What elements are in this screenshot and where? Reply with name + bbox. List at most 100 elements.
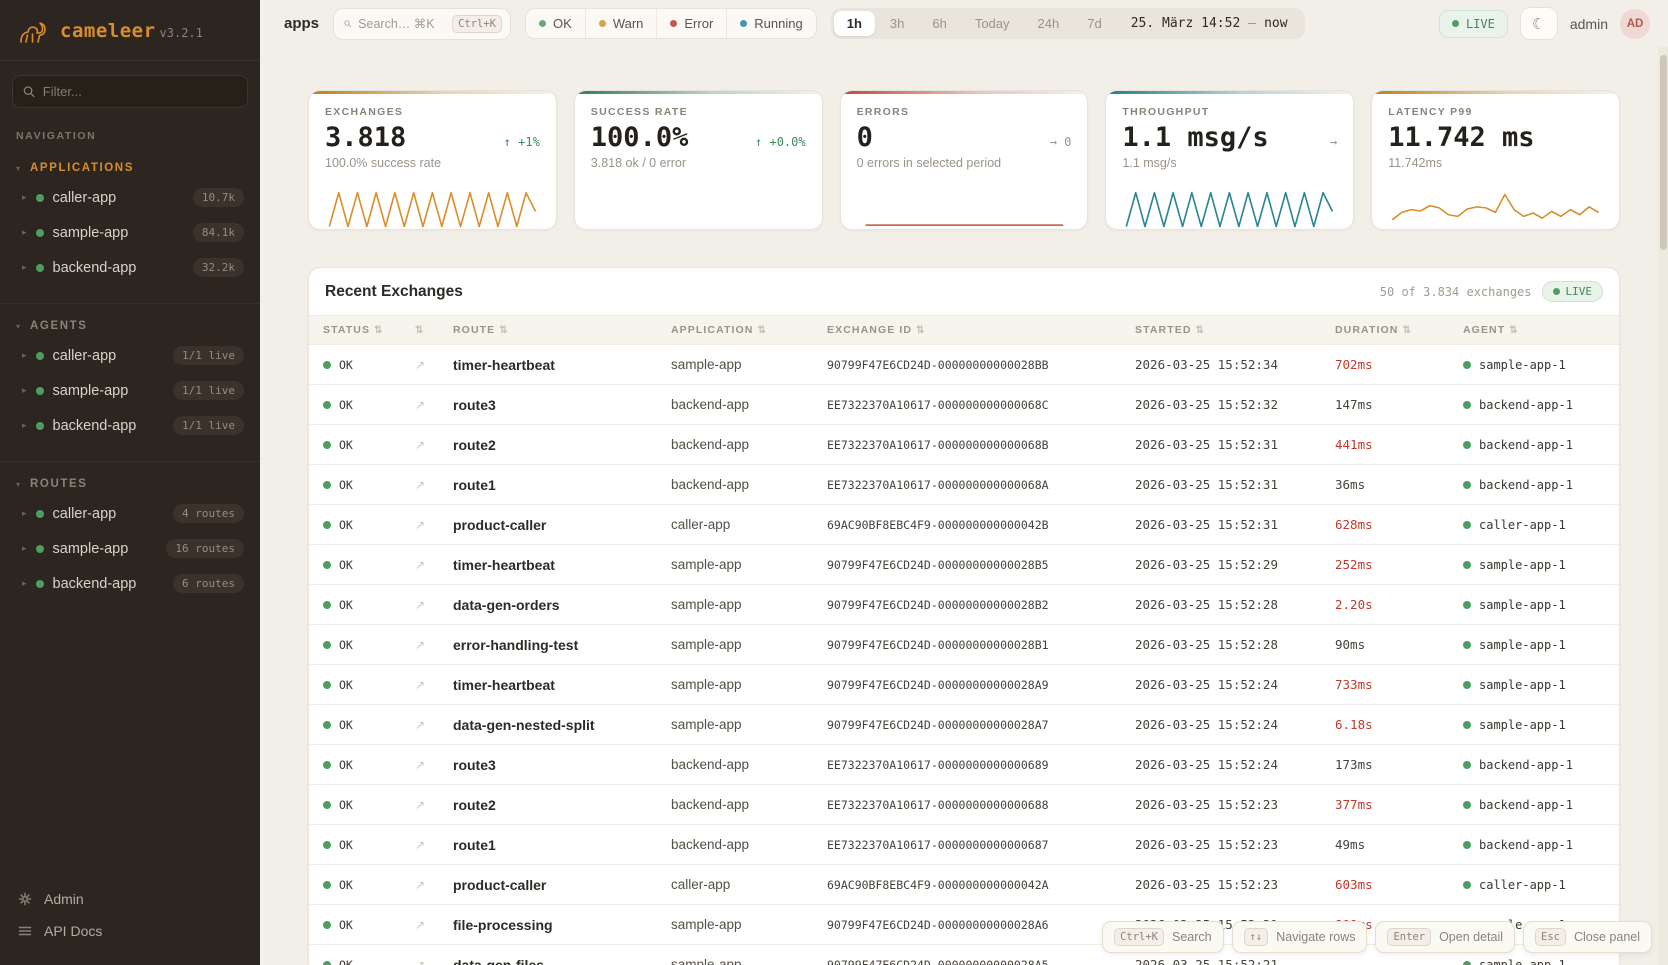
route-cell: route2	[453, 437, 671, 453]
sidebar-item-caller-app[interactable]: ▸caller-app1/1 live	[0, 338, 260, 373]
sidebar-item-sample-app[interactable]: ▸sample-app1/1 live	[0, 373, 260, 408]
open-detail-icon[interactable]: ↗	[415, 918, 453, 932]
global-search-input[interactable]	[358, 17, 445, 31]
kpi-label: EXCHANGES	[325, 106, 540, 118]
recent-exchanges-panel: Recent Exchanges 50 of 3.834 exchanges L…	[308, 267, 1620, 965]
status-cell: OK	[323, 958, 415, 965]
time-range-3h[interactable]: 3h	[877, 11, 917, 36]
open-detail-icon[interactable]: ↗	[415, 518, 453, 532]
column-header-exchange-id[interactable]: EXCHANGE ID⇅	[827, 324, 1135, 336]
scrollbar-thumb[interactable]	[1660, 55, 1667, 250]
table-row[interactable]: OK↗route2backend-appEE7322370A10617-0000…	[309, 425, 1619, 465]
time-range-1h[interactable]: 1h	[834, 11, 875, 36]
sidebar-item-sample-app[interactable]: ▸sample-app84.1k	[0, 215, 260, 250]
open-detail-icon[interactable]: ↗	[415, 718, 453, 732]
filter-running[interactable]: Running	[726, 9, 815, 38]
global-search[interactable]: Ctrl+K	[333, 8, 511, 40]
agent-status-dot-icon	[1463, 761, 1471, 769]
table-row[interactable]: OK↗product-callercaller-app69AC90BF8EBC4…	[309, 865, 1619, 905]
section-header-applications[interactable]: ▾APPLICATIONS	[0, 156, 260, 180]
search-icon	[344, 17, 351, 30]
open-detail-icon[interactable]: ↗	[415, 758, 453, 772]
open-detail-icon[interactable]: ↗	[415, 598, 453, 612]
open-detail-icon[interactable]: ↗	[415, 878, 453, 892]
open-detail-icon[interactable]: ↗	[415, 638, 453, 652]
filter-ok[interactable]: OK	[526, 9, 585, 38]
kpi-subtitle: 0 errors in selected period	[857, 156, 1072, 170]
filter-error[interactable]: Error	[656, 9, 726, 38]
sidebar-item-caller-app[interactable]: ▸caller-app4 routes	[0, 496, 260, 531]
open-detail-icon[interactable]: ↗	[415, 798, 453, 812]
table-row[interactable]: OK↗timer-heartbeatsample-app90799F47E6CD…	[309, 665, 1619, 705]
sidebar-filter[interactable]	[12, 75, 248, 108]
column-header-open[interactable]: ⇅	[415, 325, 453, 336]
exchange-id-cell: EE7322370A10617-0000000000000687	[827, 838, 1135, 852]
table-row[interactable]: OK↗route1backend-appEE7322370A10617-0000…	[309, 825, 1619, 865]
footer-item-admin[interactable]: Admin	[16, 883, 244, 915]
sidebar-item-caller-app[interactable]: ▸caller-app10.7k	[0, 180, 260, 215]
table-row[interactable]: OK↗route1backend-appEE7322370A10617-0000…	[309, 465, 1619, 505]
application-cell: backend-app	[671, 397, 827, 412]
theme-toggle-button[interactable]: ☾	[1520, 7, 1558, 40]
filter-warn[interactable]: Warn	[585, 9, 657, 38]
sort-icon: ⇅	[1196, 325, 1205, 336]
column-header-agent[interactable]: AGENT⇅	[1463, 324, 1605, 336]
avatar[interactable]: AD	[1620, 9, 1650, 39]
table-row[interactable]: OK↗error-handling-testsample-app90799F47…	[309, 625, 1619, 665]
status-cell: OK	[323, 798, 415, 812]
sidebar-filter-input[interactable]	[43, 84, 237, 99]
agent-label: sample-app-1	[1479, 958, 1566, 965]
time-range-today[interactable]: Today	[962, 11, 1023, 36]
agent-cell: sample-app-1	[1463, 678, 1605, 692]
duration-cell: 36ms	[1335, 477, 1463, 492]
sidebar-item-backend-app[interactable]: ▸backend-app6 routes	[0, 566, 260, 601]
table-row[interactable]: OK↗timer-heartbeatsample-app90799F47E6CD…	[309, 345, 1619, 385]
live-toggle[interactable]: LIVE	[1439, 10, 1508, 38]
kpi-subtitle: 1.1 msg/s	[1122, 156, 1337, 170]
column-header-application[interactable]: APPLICATION⇅	[671, 324, 827, 336]
table-header-row: STATUS⇅⇅ROUTE⇅APPLICATION⇅EXCHANGE ID⇅ST…	[309, 315, 1619, 345]
sidebar-item-sample-app[interactable]: ▸sample-app16 routes	[0, 531, 260, 566]
open-detail-icon[interactable]: ↗	[415, 838, 453, 852]
section-label: ROUTES	[30, 478, 88, 490]
open-detail-icon[interactable]: ↗	[415, 398, 453, 412]
open-detail-icon[interactable]: ↗	[415, 678, 453, 692]
table-row[interactable]: OK↗route3backend-appEE7322370A10617-0000…	[309, 385, 1619, 425]
table-row[interactable]: OK↗route3backend-appEE7322370A10617-0000…	[309, 745, 1619, 785]
footer-item-api-docs[interactable]: API Docs	[16, 915, 244, 947]
open-detail-icon[interactable]: ↗	[415, 478, 453, 492]
open-detail-icon[interactable]: ↗	[415, 558, 453, 572]
kpi-label: SUCCESS RATE	[591, 106, 806, 118]
section-header-agents[interactable]: ▾AGENTS	[0, 314, 260, 338]
column-header-status[interactable]: STATUS⇅	[323, 324, 415, 336]
table-row[interactable]: OK↗product-callercaller-app69AC90BF8EBC4…	[309, 505, 1619, 545]
time-range-7d[interactable]: 7d	[1074, 11, 1114, 36]
column-header-route[interactable]: ROUTE⇅	[453, 324, 671, 336]
time-range-24h[interactable]: 24h	[1025, 11, 1073, 36]
scrollbar[interactable]	[1658, 47, 1668, 965]
sidebar-item-backend-app[interactable]: ▸backend-app1/1 live	[0, 408, 260, 443]
open-detail-icon[interactable]: ↗	[415, 358, 453, 372]
table-row[interactable]: OK↗timer-heartbeatsample-app90799F47E6CD…	[309, 545, 1619, 585]
route-cell: route1	[453, 837, 671, 853]
sort-icon: ⇅	[758, 325, 767, 336]
status-label: OK	[339, 958, 353, 965]
table-row[interactable]: OK↗route2backend-appEE7322370A10617-0000…	[309, 785, 1619, 825]
open-detail-icon[interactable]: ↗	[415, 958, 453, 965]
section-header-routes[interactable]: ▾ROUTES	[0, 472, 260, 496]
table-row[interactable]: OK↗data-gen-orderssample-app90799F47E6CD…	[309, 585, 1619, 625]
ok-status-dot-icon	[323, 361, 331, 369]
sidebar-item-backend-app[interactable]: ▸backend-app32.2k	[0, 250, 260, 285]
column-header-started[interactable]: STARTED⇅	[1135, 324, 1335, 336]
agent-label: caller-app-1	[1479, 518, 1566, 532]
table-row[interactable]: OK↗data-gen-nested-splitsample-app90799F…	[309, 705, 1619, 745]
duration-cell: 49ms	[1335, 837, 1463, 852]
column-header-duration[interactable]: DURATION⇅	[1335, 324, 1463, 336]
time-range-group: 1h3h6hToday24h7d 25. März 14:52 — now	[831, 8, 1305, 39]
kpi-value: 0	[857, 122, 873, 153]
open-detail-icon[interactable]: ↗	[415, 438, 453, 452]
time-range-6h[interactable]: 6h	[919, 11, 959, 36]
status-dot-icon	[36, 229, 44, 237]
status-label: OK	[339, 718, 353, 732]
started-cell: 2026-03-25 15:52:34	[1135, 357, 1335, 372]
